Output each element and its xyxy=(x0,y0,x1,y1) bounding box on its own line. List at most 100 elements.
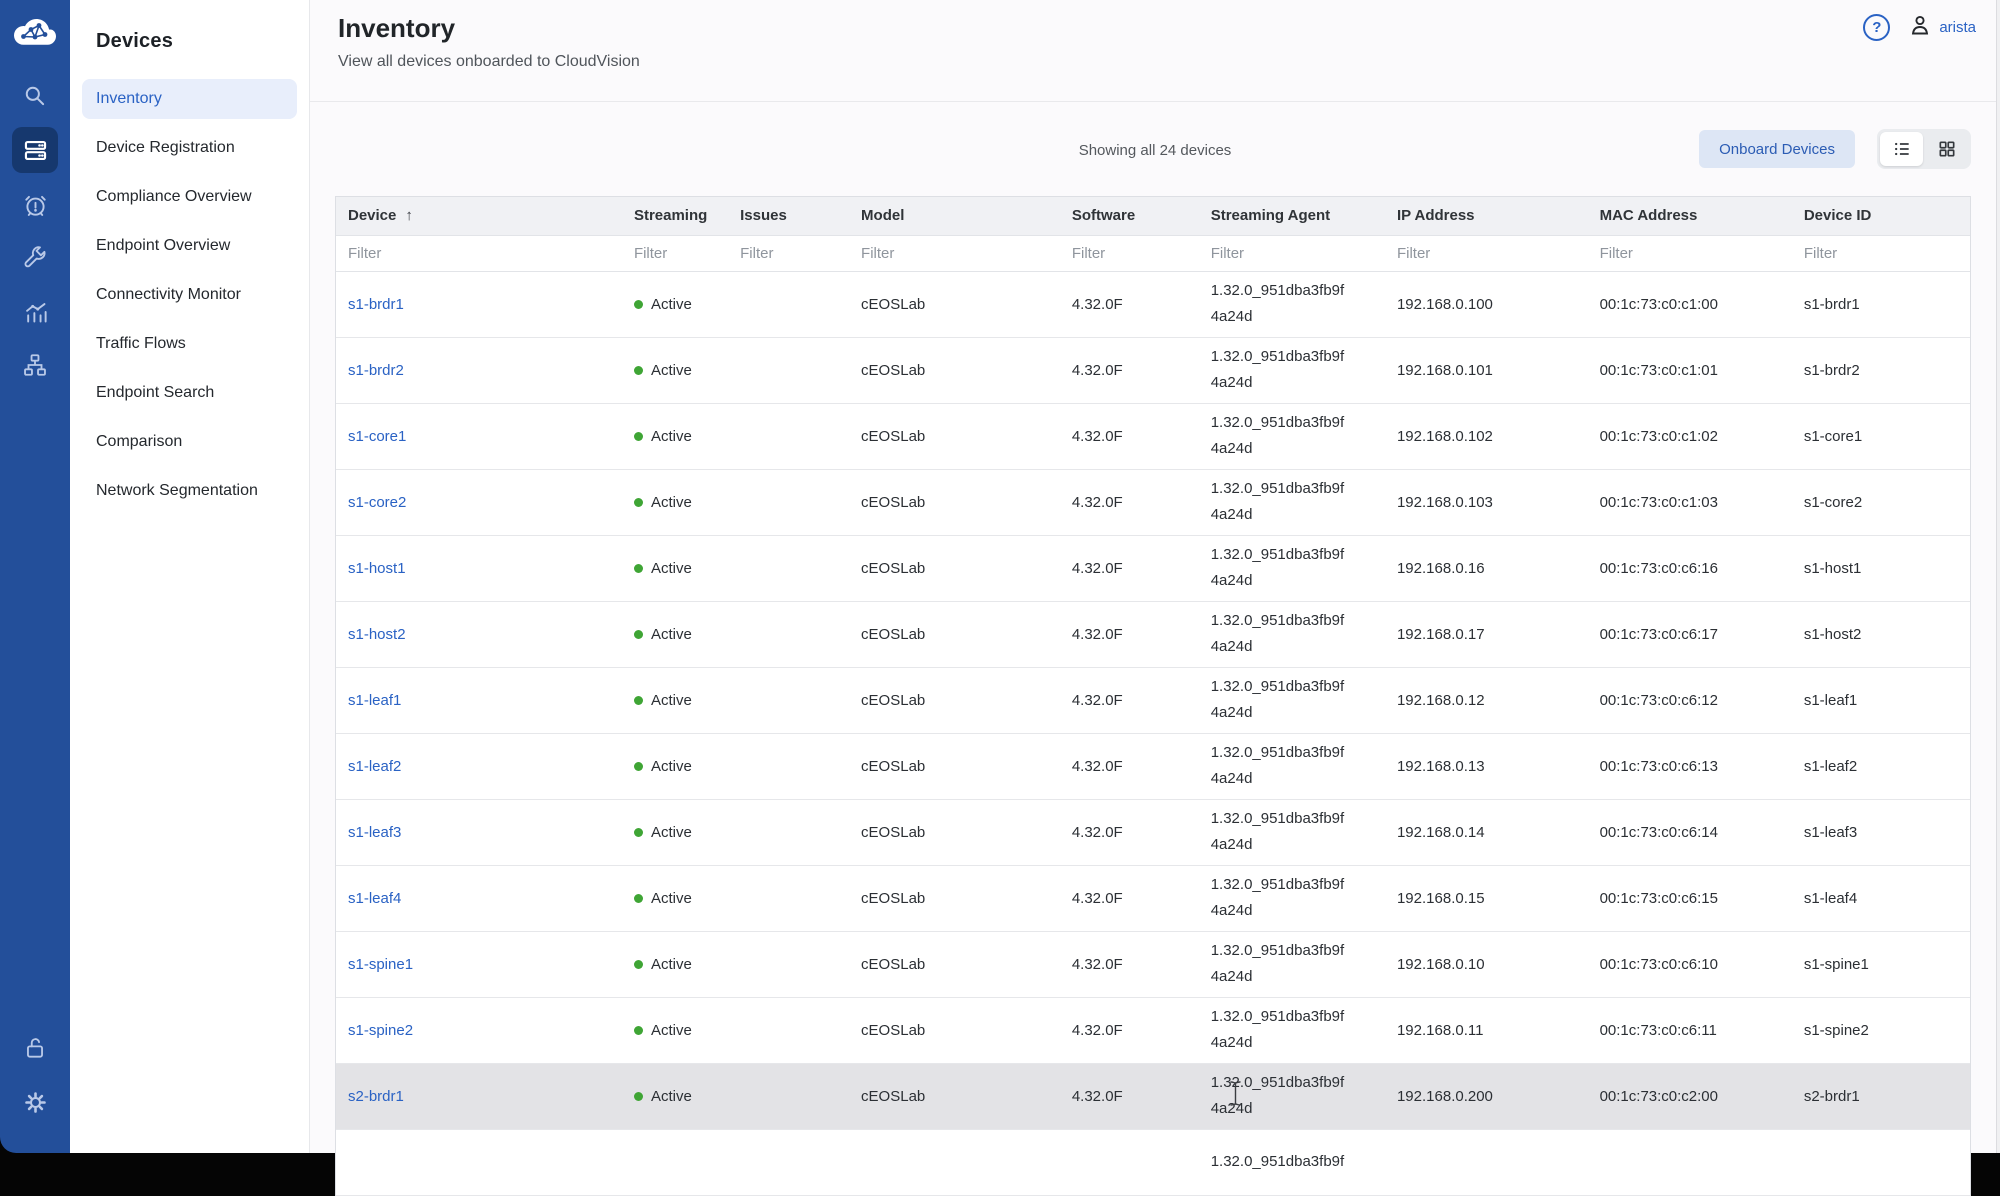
streaming-agent-cell: 1.32.0_951dba3fb9f xyxy=(1199,1129,1385,1195)
software-cell: 4.32.0F xyxy=(1060,1063,1199,1129)
table-filter-row: FilterFilterFilterFilterFilterFilterFilt… xyxy=(336,235,1970,271)
software-cell: 4.32.0F xyxy=(1060,403,1199,469)
sidebar-item-comparison[interactable]: Comparison xyxy=(82,422,297,462)
device-link[interactable]: s1-spine1 xyxy=(348,956,413,973)
column-header-mac-address[interactable]: MAC Address xyxy=(1588,197,1792,235)
device-link[interactable]: s1-core2 xyxy=(348,494,406,511)
column-header-software[interactable]: Software xyxy=(1060,197,1199,235)
ip-address-cell: 192.168.0.14 xyxy=(1385,799,1588,865)
streaming-status-label: Active xyxy=(651,890,692,907)
device-link[interactable]: s1-core1 xyxy=(348,428,406,445)
filter-input-device[interactable]: Filter xyxy=(336,235,622,271)
onboard-devices-button[interactable]: Onboard Devices xyxy=(1699,130,1855,168)
device-link[interactable]: s1-host1 xyxy=(348,560,406,577)
ip-address-cell: 192.168.0.13 xyxy=(1385,733,1588,799)
model-cell xyxy=(849,1129,1060,1195)
column-header-model[interactable]: Model xyxy=(849,197,1060,235)
column-header-streaming[interactable]: Streaming xyxy=(622,197,728,235)
mac-address-cell: 00:1c:73:c0:c6:14 xyxy=(1588,799,1792,865)
column-header-ip-address[interactable]: IP Address xyxy=(1385,197,1588,235)
device-link[interactable]: s1-leaf1 xyxy=(348,692,401,709)
streaming-status-label: Active xyxy=(651,428,692,445)
device-id-cell: s1-core2 xyxy=(1792,469,1970,535)
filter-input-ip-address[interactable]: Filter xyxy=(1385,235,1588,271)
device-row-s1-spine2: s1-spine2ActivecEOSLab4.32.0F1.32.0_951d… xyxy=(336,997,1970,1063)
device-link[interactable]: s2-brdr1 xyxy=(348,1088,404,1105)
model-cell: cEOSLab xyxy=(849,865,1060,931)
filter-input-model[interactable]: Filter xyxy=(849,235,1060,271)
filter-input-issues[interactable]: Filter xyxy=(728,235,849,271)
provisioning-wrench-icon[interactable] xyxy=(12,235,58,281)
sidebar-item-compliance-overview[interactable]: Compliance Overview xyxy=(82,177,297,217)
events-alarm-icon[interactable] xyxy=(12,182,58,228)
device-link[interactable]: s1-brdr2 xyxy=(348,362,404,379)
dashboards-chart-icon[interactable] xyxy=(12,289,58,335)
ip-address-cell: 192.168.0.11 xyxy=(1385,997,1588,1063)
sidebar-item-inventory[interactable]: Inventory xyxy=(82,79,297,119)
device-link[interactable]: s1-brdr1 xyxy=(348,296,404,313)
sort-ascending-icon: ↑ xyxy=(405,207,413,224)
model-cell: cEOSLab xyxy=(849,667,1060,733)
device-id-cell: s1-leaf1 xyxy=(1792,667,1970,733)
streaming-agent-cell: 1.32.0_951dba3fb9f4a24d xyxy=(1199,865,1385,931)
device-row-s1-spine1: s1-spine1ActivecEOSLab4.32.0F1.32.0_951d… xyxy=(336,931,1970,997)
streaming-agent-cell: 1.32.0_951dba3fb9f4a24d xyxy=(1199,931,1385,997)
scrollbar-track[interactable] xyxy=(1996,0,2000,1153)
streaming-status-label: Active xyxy=(651,626,692,643)
device-link[interactable]: s1-spine2 xyxy=(348,1022,413,1039)
unlock-icon[interactable] xyxy=(12,1025,58,1071)
topology-icon[interactable] xyxy=(12,342,58,388)
issues-cell xyxy=(728,535,849,601)
mac-address-cell: 00:1c:73:c0:c6:12 xyxy=(1588,667,1792,733)
streaming-active-dot xyxy=(634,894,643,903)
software-cell: 4.32.0F xyxy=(1060,931,1199,997)
sidebar-item-network-segmentation[interactable]: Network Segmentation xyxy=(82,471,297,511)
cloudvision-app: Devices InventoryDevice RegistrationComp… xyxy=(0,0,2000,1153)
sidebar-item-endpoint-overview[interactable]: Endpoint Overview xyxy=(82,226,297,266)
help-icon[interactable]: ? xyxy=(1863,14,1890,41)
filter-input-device-id[interactable]: Filter xyxy=(1792,235,1970,271)
column-header-issues[interactable]: Issues xyxy=(728,197,849,235)
settings-gear-icon[interactable] xyxy=(12,1079,58,1125)
filter-input-mac-address[interactable]: Filter xyxy=(1588,235,1792,271)
column-header-device-id[interactable]: Device ID xyxy=(1792,197,1970,235)
issues-cell xyxy=(728,997,849,1063)
device-link[interactable]: s1-host2 xyxy=(348,626,406,643)
issues-cell xyxy=(728,667,849,733)
streaming-status-label: Active xyxy=(651,1022,692,1039)
device-link[interactable]: s1-leaf2 xyxy=(348,758,401,775)
column-header-device[interactable]: Device↑ xyxy=(336,197,622,235)
devices-sidebar: Devices InventoryDevice RegistrationComp… xyxy=(70,0,310,1153)
arista-cloudvision-logo-icon[interactable] xyxy=(9,12,61,54)
ip-address-cell: 192.168.0.12 xyxy=(1385,667,1588,733)
sidebar-item-connectivity-monitor[interactable]: Connectivity Monitor xyxy=(82,275,297,315)
grid-view-icon[interactable] xyxy=(1925,132,1968,166)
ip-address-cell: 192.168.0.103 xyxy=(1385,469,1588,535)
search-icon[interactable] xyxy=(12,73,58,119)
mac-address-cell: 00:1c:73:c0:c6:13 xyxy=(1588,733,1792,799)
mac-address-cell xyxy=(1588,1129,1792,1195)
column-header-streaming-agent[interactable]: Streaming Agent xyxy=(1199,197,1385,235)
sidebar-item-traffic-flows[interactable]: Traffic Flows xyxy=(82,324,297,364)
streaming-status-label: Active xyxy=(651,956,692,973)
issues-cell xyxy=(728,271,849,337)
inventory-table: Device↑StreamingIssuesModelSoftwareStrea… xyxy=(336,197,1970,1196)
devices-icon[interactable] xyxy=(12,127,58,173)
mac-address-cell: 00:1c:73:c0:c6:17 xyxy=(1588,601,1792,667)
filter-input-streaming-agent[interactable]: Filter xyxy=(1199,235,1385,271)
filter-input-software[interactable]: Filter xyxy=(1060,235,1199,271)
device-row-s1-leaf3: s1-leaf3ActivecEOSLab4.32.0F1.32.0_951db… xyxy=(336,799,1970,865)
software-cell: 4.32.0F xyxy=(1060,271,1199,337)
device-link[interactable]: s1-leaf4 xyxy=(348,890,401,907)
filter-input-streaming[interactable]: Filter xyxy=(622,235,728,271)
list-view-icon[interactable] xyxy=(1880,132,1923,166)
page-header: Inventory View all devices onboarded to … xyxy=(310,0,2000,102)
sidebar-item-device-registration[interactable]: Device Registration xyxy=(82,128,297,168)
mac-address-cell: 00:1c:73:c0:c1:01 xyxy=(1588,337,1792,403)
device-link[interactable]: s1-leaf3 xyxy=(348,824,401,841)
mac-address-cell: 00:1c:73:c0:c6:15 xyxy=(1588,865,1792,931)
streaming-agent-cell: 1.32.0_951dba3fb9f4a24d xyxy=(1199,1063,1385,1129)
icon-rail xyxy=(0,0,70,1153)
sidebar-item-endpoint-search[interactable]: Endpoint Search xyxy=(82,373,297,413)
user-menu[interactable]: arista xyxy=(1908,13,1976,42)
